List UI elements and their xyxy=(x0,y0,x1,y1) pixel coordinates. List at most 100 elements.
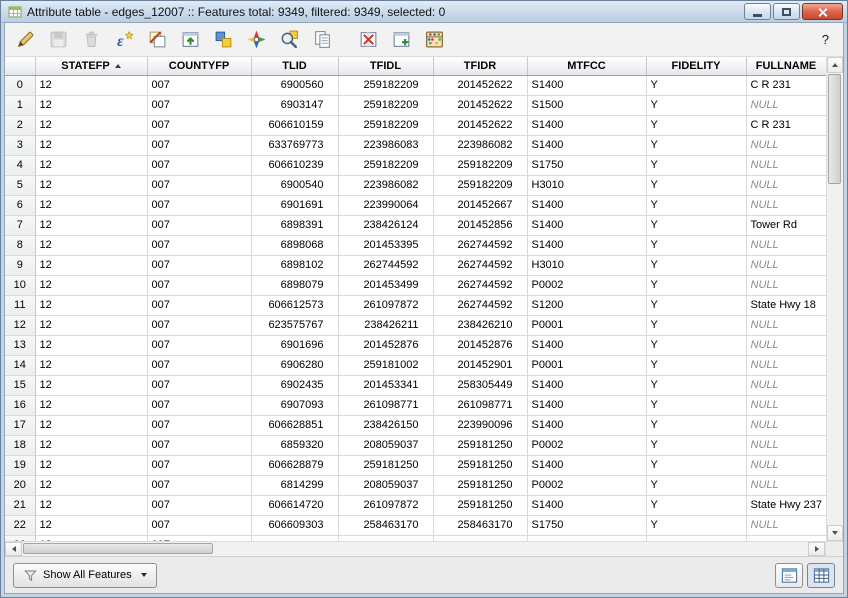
column-header-mtfcc[interactable]: MTFCC xyxy=(527,57,646,75)
cell-mtfcc[interactable]: S1200 xyxy=(527,295,646,315)
cell-fidelity[interactable]: Y xyxy=(646,75,746,95)
cell-fullname[interactable]: State Hwy 237 xyxy=(746,495,826,515)
cell-statefp[interactable]: 12 xyxy=(35,155,147,175)
scroll-right-button[interactable] xyxy=(808,542,825,556)
cell-tfidr[interactable]: 201452876 xyxy=(433,335,527,355)
cell-mtfcc[interactable]: S1400 xyxy=(527,115,646,135)
row-number[interactable]: 11 xyxy=(5,295,35,315)
cell-tlid[interactable]: 6898068 xyxy=(251,235,338,255)
cell-countyfp[interactable]: 007 xyxy=(147,375,251,395)
cell-tfidl[interactable]: 201452876 xyxy=(338,335,433,355)
cell-statefp[interactable]: 12 xyxy=(35,275,147,295)
cell-fullname[interactable]: NULL xyxy=(746,175,826,195)
cell-tfidl[interactable]: 259182209 xyxy=(338,95,433,115)
cell-countyfp[interactable]: 007 xyxy=(147,295,251,315)
cell-tfidl[interactable]: 201453341 xyxy=(338,375,433,395)
cell-tlid[interactable]: 6814299 xyxy=(251,475,338,495)
cell-statefp[interactable]: 12 xyxy=(35,315,147,335)
cell-fidelity[interactable]: Y xyxy=(646,415,746,435)
row-number[interactable]: 0 xyxy=(5,75,35,95)
row-number[interactable]: 16 xyxy=(5,395,35,415)
cell-statefp[interactable]: 12 xyxy=(35,115,147,135)
cell-statefp[interactable]: 12 xyxy=(35,215,147,235)
cell-countyfp[interactable]: 007 xyxy=(147,155,251,175)
cell-fullname[interactable]: NULL xyxy=(746,475,826,495)
cell-mtfcc[interactable]: S1400 xyxy=(527,455,646,475)
maximize-button[interactable] xyxy=(773,3,800,20)
cell-statefp[interactable]: 12 xyxy=(35,255,147,275)
cell-statefp[interactable]: 12 xyxy=(35,135,147,155)
cell-statefp[interactable]: 12 xyxy=(35,375,147,395)
cell-countyfp[interactable]: 007 xyxy=(147,355,251,375)
column-header-tlid[interactable]: TLID xyxy=(251,57,338,75)
cell-tfidr[interactable]: 259181250 xyxy=(433,475,527,495)
row-number[interactable]: 18 xyxy=(5,435,35,455)
cell-countyfp[interactable]: 007 xyxy=(147,475,251,495)
cell-tlid[interactable]: 606614720 xyxy=(251,495,338,515)
cell-mtfcc[interactable]: S1500 xyxy=(527,95,646,115)
cell-tfidl[interactable]: 201453499 xyxy=(338,275,433,295)
cell-tlid[interactable]: 6898102 xyxy=(251,255,338,275)
cell-statefp[interactable]: 12 xyxy=(35,75,147,95)
column-header-tfidr[interactable]: TFIDR xyxy=(433,57,527,75)
cell-mtfcc[interactable]: H3010 xyxy=(527,255,646,275)
cell-fullname[interactable]: C R 231 xyxy=(746,115,826,135)
cell-tfidl[interactable]: 208059037 xyxy=(338,435,433,455)
cell-tfidl[interactable]: 201453395 xyxy=(338,235,433,255)
cell-tlid[interactable]: 606628851 xyxy=(251,415,338,435)
cell-tlid[interactable]: 6900560 xyxy=(251,75,338,95)
cell-fidelity[interactable]: Y xyxy=(646,455,746,475)
vertical-scroll-track[interactable] xyxy=(827,73,843,525)
scroll-up-button[interactable] xyxy=(827,57,843,73)
row-number[interactable]: 13 xyxy=(5,335,35,355)
row-number[interactable]: 10 xyxy=(5,275,35,295)
cell-tlid[interactable]: 633769773 xyxy=(251,135,338,155)
cell-fullname[interactable]: NULL xyxy=(746,515,826,535)
column-header-fidelity[interactable]: FIDELITY xyxy=(646,57,746,75)
cell-tlid[interactable]: 606609303 xyxy=(251,515,338,535)
row-number[interactable]: 20 xyxy=(5,475,35,495)
cell-countyfp[interactable]: 007 xyxy=(147,215,251,235)
cell-fidelity[interactable]: Y xyxy=(646,375,746,395)
cell-fullname[interactable]: NULL xyxy=(746,275,826,295)
cell-fullname[interactable]: State Hwy 18 xyxy=(746,295,826,315)
cell-fullname[interactable]: NULL xyxy=(746,395,826,415)
attribute-grid[interactable]: STATEFPCOUNTYFPTLIDTFIDLTFIDRMTFCCFIDELI… xyxy=(5,57,826,541)
cell-statefp[interactable]: 12 xyxy=(35,435,147,455)
cell-fullname[interactable]: NULL xyxy=(746,155,826,175)
row-number[interactable]: 2 xyxy=(5,115,35,135)
cell-fidelity[interactable]: Y xyxy=(646,115,746,135)
cell-countyfp[interactable]: 007 xyxy=(147,335,251,355)
cell-tfidl[interactable]: 259182209 xyxy=(338,115,433,135)
cell-statefp[interactable]: 12 xyxy=(35,195,147,215)
cell-mtfcc[interactable]: S1400 xyxy=(527,75,646,95)
cell-tfidl[interactable]: 258463170 xyxy=(338,515,433,535)
cell-tfidl[interactable]: 238426211 xyxy=(338,315,433,335)
row-number[interactable]: 12 xyxy=(5,315,35,335)
cell-fidelity[interactable]: Y xyxy=(646,335,746,355)
unselect-all-button[interactable] xyxy=(143,26,171,54)
cell-statefp[interactable]: 12 xyxy=(35,335,147,355)
cell-mtfcc[interactable]: S1400 xyxy=(527,495,646,515)
cell-countyfp[interactable]: 007 xyxy=(147,395,251,415)
cell-mtfcc[interactable]: S1400 xyxy=(527,375,646,395)
cell-countyfp[interactable]: 007 xyxy=(147,115,251,135)
cell-countyfp[interactable]: 007 xyxy=(147,235,251,255)
cell-mtfcc[interactable]: S1400 xyxy=(527,135,646,155)
cell-statefp[interactable]: 12 xyxy=(35,95,147,115)
cell-fullname[interactable]: C R 231 xyxy=(746,75,826,95)
cell-fidelity[interactable]: Y xyxy=(646,215,746,235)
cell-tfidr[interactable]: 259182209 xyxy=(433,175,527,195)
horizontal-scroll-track[interactable] xyxy=(22,542,808,556)
cell-statefp[interactable]: 12 xyxy=(35,495,147,515)
cell-fullname[interactable]: NULL xyxy=(746,415,826,435)
cell-tlid[interactable]: 6859320 xyxy=(251,435,338,455)
cell-fullname[interactable]: NULL xyxy=(746,435,826,455)
cell-statefp[interactable]: 12 xyxy=(35,295,147,315)
table-view-button[interactable] xyxy=(807,563,835,588)
titlebar[interactable]: Attribute table - edges_12007 :: Feature… xyxy=(1,1,847,23)
cell-tfidl[interactable]: 261097872 xyxy=(338,295,433,315)
cell-tfidl[interactable]: 261097872 xyxy=(338,495,433,515)
cell-mtfcc[interactable]: S1400 xyxy=(527,235,646,255)
cell-tfidr[interactable]: 238426210 xyxy=(433,315,527,335)
